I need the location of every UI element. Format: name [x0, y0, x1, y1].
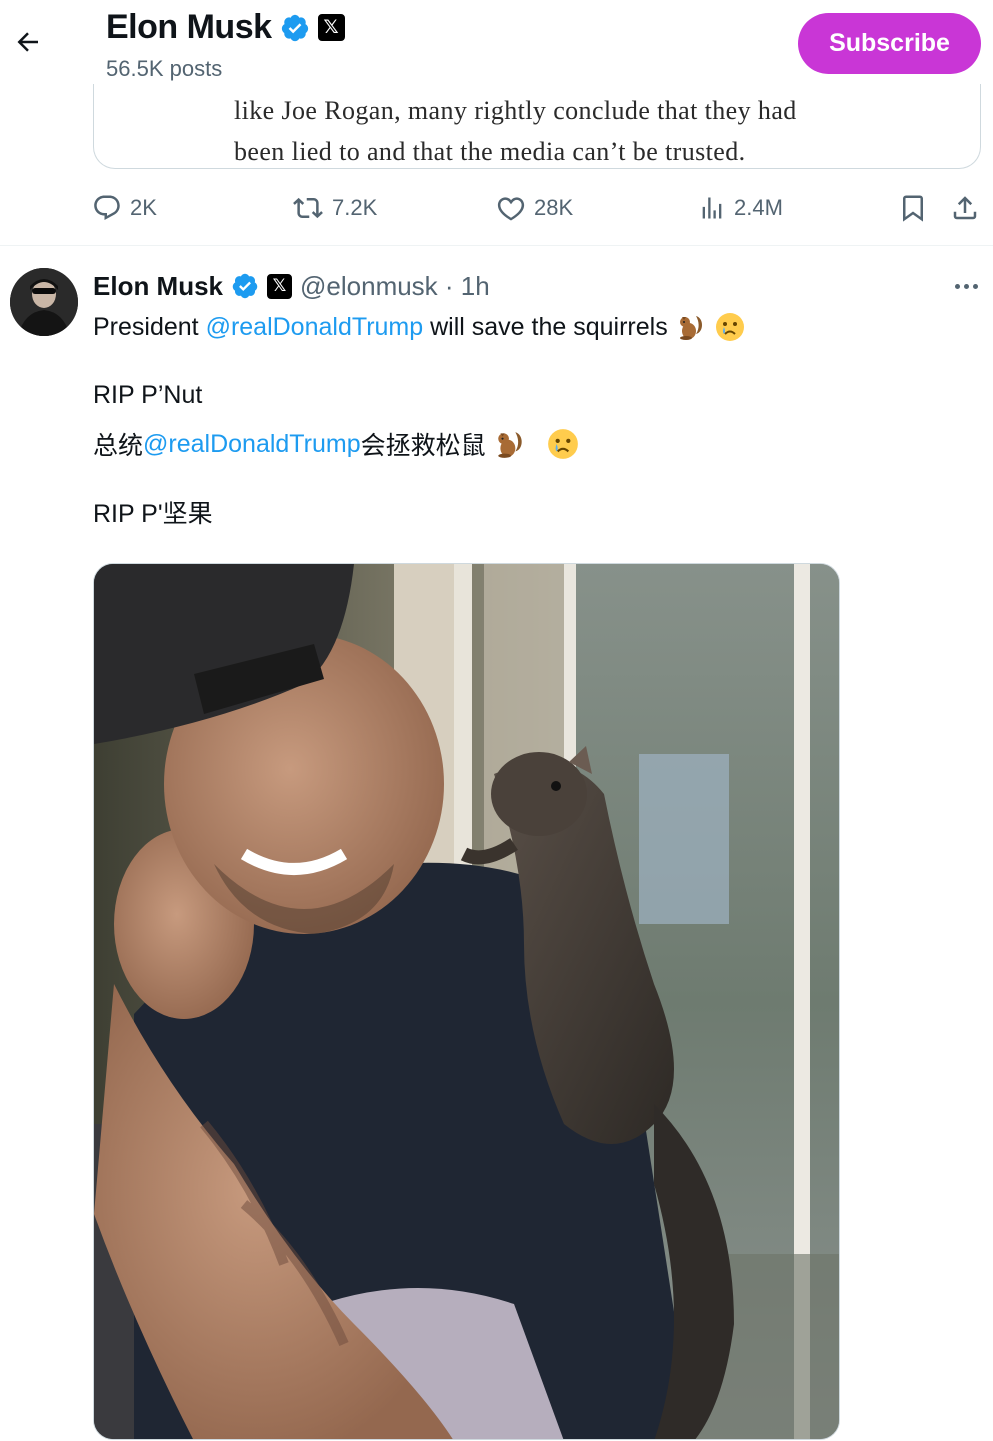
bookmark-icon	[903, 195, 923, 222]
tweet-header: Elon Musk 𝕏 @elonmusk · 1h	[93, 268, 490, 304]
like-count: 28K	[534, 195, 574, 220]
view-count: 2.4M	[734, 195, 783, 220]
bookmark-button[interactable]	[898, 186, 928, 230]
header-name-row: Elon Musk 𝕏	[106, 8, 345, 47]
tweet-line-1: President @realDonaldTrump will save the…	[93, 310, 746, 344]
like-button[interactable]: 28K	[496, 186, 573, 230]
verified-badge-icon	[281, 14, 308, 41]
tweet-line-4: RIP P'坚果	[93, 500, 213, 528]
tweet-media-photo[interactable]	[93, 563, 840, 1440]
quoted-text-line-1: like Joe Rogan, many rightly conclude th…	[234, 96, 797, 125]
profile-header: Elon Musk 𝕏 56.5K posts Subscribe	[0, 0, 993, 88]
x-badge-icon: 𝕏	[267, 273, 293, 299]
mention-link[interactable]: @realDonaldTrump	[143, 430, 361, 459]
tweet-line-2: RIP P’Nut	[93, 380, 203, 409]
back-button[interactable]	[10, 24, 46, 60]
tweet-text-suffix: will save the squirrels	[423, 312, 668, 341]
header-name: Elon Musk	[106, 8, 272, 46]
tweet-text-prefix: President	[93, 312, 206, 341]
views-button[interactable]: 2.4M	[698, 186, 783, 230]
crying-face-emoji-icon	[715, 313, 744, 341]
tweet-text-zh-prefix: 总统	[93, 432, 144, 460]
verified-badge-icon	[232, 273, 258, 299]
squirrel-emoji-icon	[497, 432, 522, 458]
man-with-squirrel-photo	[94, 564, 839, 1439]
arrow-left-icon	[17, 32, 38, 52]
share-icon	[953, 196, 977, 220]
share-button[interactable]	[950, 186, 980, 230]
avatar-image	[10, 268, 78, 336]
quoted-card[interactable]: like Joe Rogan, many rightly conclude th…	[93, 84, 981, 169]
heart-icon	[497, 197, 525, 221]
reply-count: 2K	[130, 195, 157, 220]
reply-icon	[94, 195, 120, 221]
avatar[interactable]	[10, 268, 78, 336]
squirrel-emoji-icon	[679, 316, 702, 340]
more-options-button[interactable]	[946, 272, 986, 300]
crying-face-emoji-icon	[547, 429, 578, 459]
tweet-divider	[0, 245, 993, 246]
repost-count: 7.2K	[332, 195, 378, 220]
more-icon	[954, 283, 960, 289]
tweet-text-zh-suffix: 会拯救松鼠	[360, 432, 486, 460]
repost-icon	[293, 197, 323, 219]
tweet-line-3: 总统 @realDonaldTrump 会拯救松鼠	[93, 426, 580, 462]
reply-button[interactable]: 2K	[92, 186, 157, 230]
author-name[interactable]: Elon Musk	[93, 271, 223, 302]
quoted-text-line-2: been lied to and that the media can’t be…	[234, 137, 746, 166]
x-badge-icon: 𝕏	[317, 14, 345, 41]
views-icon	[702, 197, 722, 219]
post-count: 56.5K posts	[106, 56, 223, 81]
author-handle-time[interactable]: @elonmusk · 1h	[300, 271, 490, 302]
repost-button[interactable]: 7.2K	[292, 186, 377, 230]
mention-link[interactable]: @realDonaldTrump	[206, 313, 424, 342]
action-bar: 2K 7.2K 28K 2.4M	[0, 186, 993, 230]
subscribe-button[interactable]: Subscribe	[798, 13, 981, 74]
